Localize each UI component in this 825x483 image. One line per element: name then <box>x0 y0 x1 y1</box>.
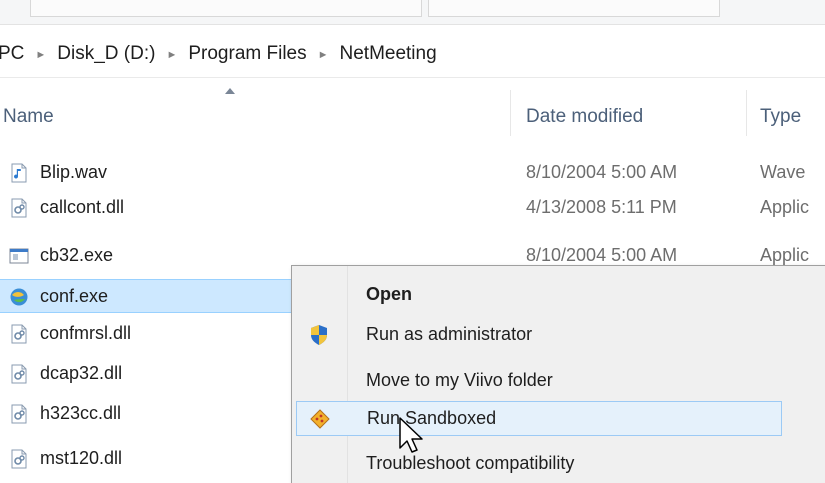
toolbar-strip <box>0 0 825 25</box>
netmeeting-icon <box>10 288 28 306</box>
file-name: callcont.dll <box>40 197 125 217</box>
dll-file-icon <box>11 324 27 344</box>
sort-ascending-icon <box>225 88 235 94</box>
file-name: mst120.dll <box>40 448 123 468</box>
file-row[interactable]: Blip.wav 8/10/2004 5:00 AM Wave <box>0 156 825 190</box>
column-divider[interactable] <box>510 90 511 136</box>
uac-shield-icon <box>311 325 327 345</box>
column-header-row: Name Date modified Type <box>0 80 825 154</box>
file-name: conf.exe <box>40 286 109 306</box>
breadcrumb-item-netmeeting[interactable]: NetMeeting <box>340 43 437 65</box>
breadcrumb: PC ► Disk_D (D:) ► Program Files ► NetMe… <box>0 31 825 78</box>
menu-item-label: Run as administrator <box>366 324 533 344</box>
file-date: 8/10/2004 5:00 AM <box>526 162 678 182</box>
chevron-right-icon[interactable]: ► <box>318 49 329 61</box>
column-header-type[interactable]: Type <box>760 106 801 128</box>
menu-item-label: Troubleshoot compatibility <box>366 453 575 473</box>
menu-item-move-to-viivo[interactable]: Move to my Viivo folder <box>294 362 824 399</box>
file-row[interactable]: callcont.dll 4/13/2008 5:11 PM Applic <box>0 191 825 225</box>
file-name: Blip.wav <box>40 162 108 182</box>
file-type: Wave <box>760 162 806 182</box>
file-type: Applic <box>760 245 810 265</box>
file-name: confmrsl.dll <box>40 323 132 343</box>
menu-item-open[interactable]: Open <box>294 276 824 313</box>
dll-file-icon <box>11 198 27 218</box>
file-date: 4/13/2008 5:11 PM <box>526 197 677 217</box>
audio-file-icon <box>11 163 27 183</box>
file-type: Applic <box>760 197 810 217</box>
breadcrumb-item-program-files[interactable]: Program Files <box>188 43 306 65</box>
file-name: cb32.exe <box>40 245 114 265</box>
toolbar-field[interactable] <box>30 0 422 17</box>
menu-item-label: Open <box>366 284 413 304</box>
file-name: h323cc.dll <box>40 403 122 423</box>
menu-item-troubleshoot-compatibility[interactable]: Troubleshoot compatibility <box>294 445 824 482</box>
chevron-right-icon[interactable]: ► <box>35 49 46 61</box>
breadcrumb-item-disk-d[interactable]: Disk_D (D:) <box>57 43 155 65</box>
dll-file-icon <box>11 449 27 469</box>
column-header-date-modified[interactable]: Date modified <box>526 106 643 128</box>
file-date: 8/10/2004 5:00 AM <box>526 245 678 265</box>
menu-item-label: Run Sandboxed <box>367 408 497 428</box>
column-header-name[interactable]: Name <box>3 106 54 128</box>
context-menu: Open Run as administrator Move to my Vii… <box>291 265 825 483</box>
toolbar-field[interactable] <box>428 0 720 17</box>
menu-item-run-sandboxed[interactable]: Run Sandboxed <box>296 401 782 436</box>
exe-window-icon <box>9 248 29 264</box>
column-divider[interactable] <box>746 90 747 136</box>
sandboxie-icon <box>310 409 330 429</box>
chevron-right-icon[interactable]: ► <box>166 49 177 61</box>
dll-file-icon <box>11 404 27 424</box>
file-name: dcap32.dll <box>40 363 123 383</box>
menu-item-run-as-administrator[interactable]: Run as administrator <box>294 316 824 353</box>
dll-file-icon <box>11 364 27 384</box>
menu-item-label: Move to my Viivo folder <box>366 370 553 390</box>
breadcrumb-item-pc[interactable]: PC <box>0 43 24 65</box>
